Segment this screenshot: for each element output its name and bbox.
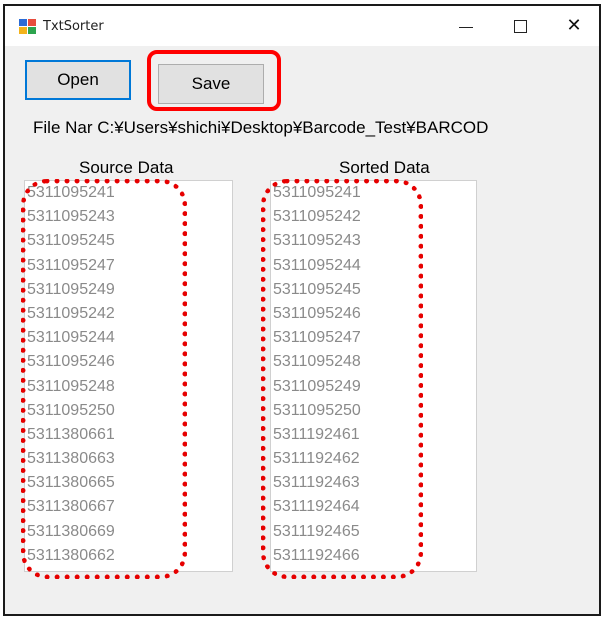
list-item[interactable]: 5311192462 bbox=[271, 447, 476, 471]
list-item[interactable]: 5311095247 bbox=[25, 254, 232, 278]
maximize-button[interactable] bbox=[497, 6, 543, 46]
save-button[interactable]: Save bbox=[158, 64, 264, 104]
list-item[interactable]: 5311192464 bbox=[271, 495, 476, 519]
list-item[interactable]: 5311095248 bbox=[25, 375, 232, 399]
close-button[interactable]: ✕ bbox=[551, 6, 597, 46]
title-bar[interactable]: TxtSorter ✕ bbox=[5, 6, 599, 46]
minimize-button[interactable] bbox=[443, 6, 489, 46]
list-item[interactable]: 5311095244 bbox=[25, 326, 232, 350]
list-item[interactable]: 5311095247 bbox=[271, 326, 476, 350]
list-item[interactable]: 5311095250 bbox=[25, 399, 232, 423]
source-data-header: Source Data bbox=[79, 158, 174, 177]
list-item[interactable]: 5311095249 bbox=[271, 375, 476, 399]
list-item[interactable]: 5311095250 bbox=[271, 399, 476, 423]
file-name-label: File Nar C:¥Users¥shichi¥Desktop¥Barcode… bbox=[33, 118, 489, 137]
sorted-data-header: Sorted Data bbox=[339, 158, 430, 177]
list-item[interactable]: 5311095245 bbox=[271, 278, 476, 302]
list-item[interactable]: 5311095243 bbox=[25, 205, 232, 229]
list-item[interactable]: 5311095241 bbox=[271, 181, 476, 205]
source-data-listbox[interactable]: 5311095241 5311095243 5311095245 5311095… bbox=[24, 180, 233, 572]
window-title: TxtSorter bbox=[43, 19, 104, 34]
open-button[interactable]: Open bbox=[25, 60, 131, 100]
list-item[interactable]: 5311380663 bbox=[25, 447, 232, 471]
list-item[interactable]: 5311095246 bbox=[271, 302, 476, 326]
list-item[interactable]: 5311095241 bbox=[25, 181, 232, 205]
list-item[interactable]: 5311380667 bbox=[25, 495, 232, 519]
list-item[interactable]: 5311095245 bbox=[25, 229, 232, 253]
list-item[interactable]: 5311095249 bbox=[25, 278, 232, 302]
list-item[interactable]: 5311380661 bbox=[25, 423, 232, 447]
sorted-data-listbox[interactable]: 5311095241 5311095242 5311095243 5311095… bbox=[270, 180, 477, 572]
list-item[interactable]: 5311380665 bbox=[25, 471, 232, 495]
list-item[interactable]: 5311095246 bbox=[25, 350, 232, 374]
list-item[interactable]: 5311095248 bbox=[271, 350, 476, 374]
list-item[interactable]: 5311095242 bbox=[271, 205, 476, 229]
maximize-icon bbox=[513, 19, 527, 33]
list-item[interactable]: 5311192465 bbox=[271, 520, 476, 544]
list-item[interactable]: 5311192463 bbox=[271, 471, 476, 495]
list-item[interactable]: 5311192461 bbox=[271, 423, 476, 447]
app-window: TxtSorter ✕ Open Save File Nar C:¥Users¥… bbox=[3, 4, 601, 616]
list-item[interactable]: 5311095243 bbox=[271, 229, 476, 253]
minimize-icon bbox=[459, 26, 473, 28]
list-item[interactable]: 5311192466 bbox=[271, 544, 476, 568]
close-icon: ✕ bbox=[566, 15, 582, 36]
list-item[interactable]: 5311095242 bbox=[25, 302, 232, 326]
list-item[interactable]: 5311380669 bbox=[25, 520, 232, 544]
list-item[interactable]: 5311380662 bbox=[25, 544, 232, 568]
list-item[interactable]: 5311095244 bbox=[271, 254, 476, 278]
app-window-icon bbox=[19, 19, 37, 35]
